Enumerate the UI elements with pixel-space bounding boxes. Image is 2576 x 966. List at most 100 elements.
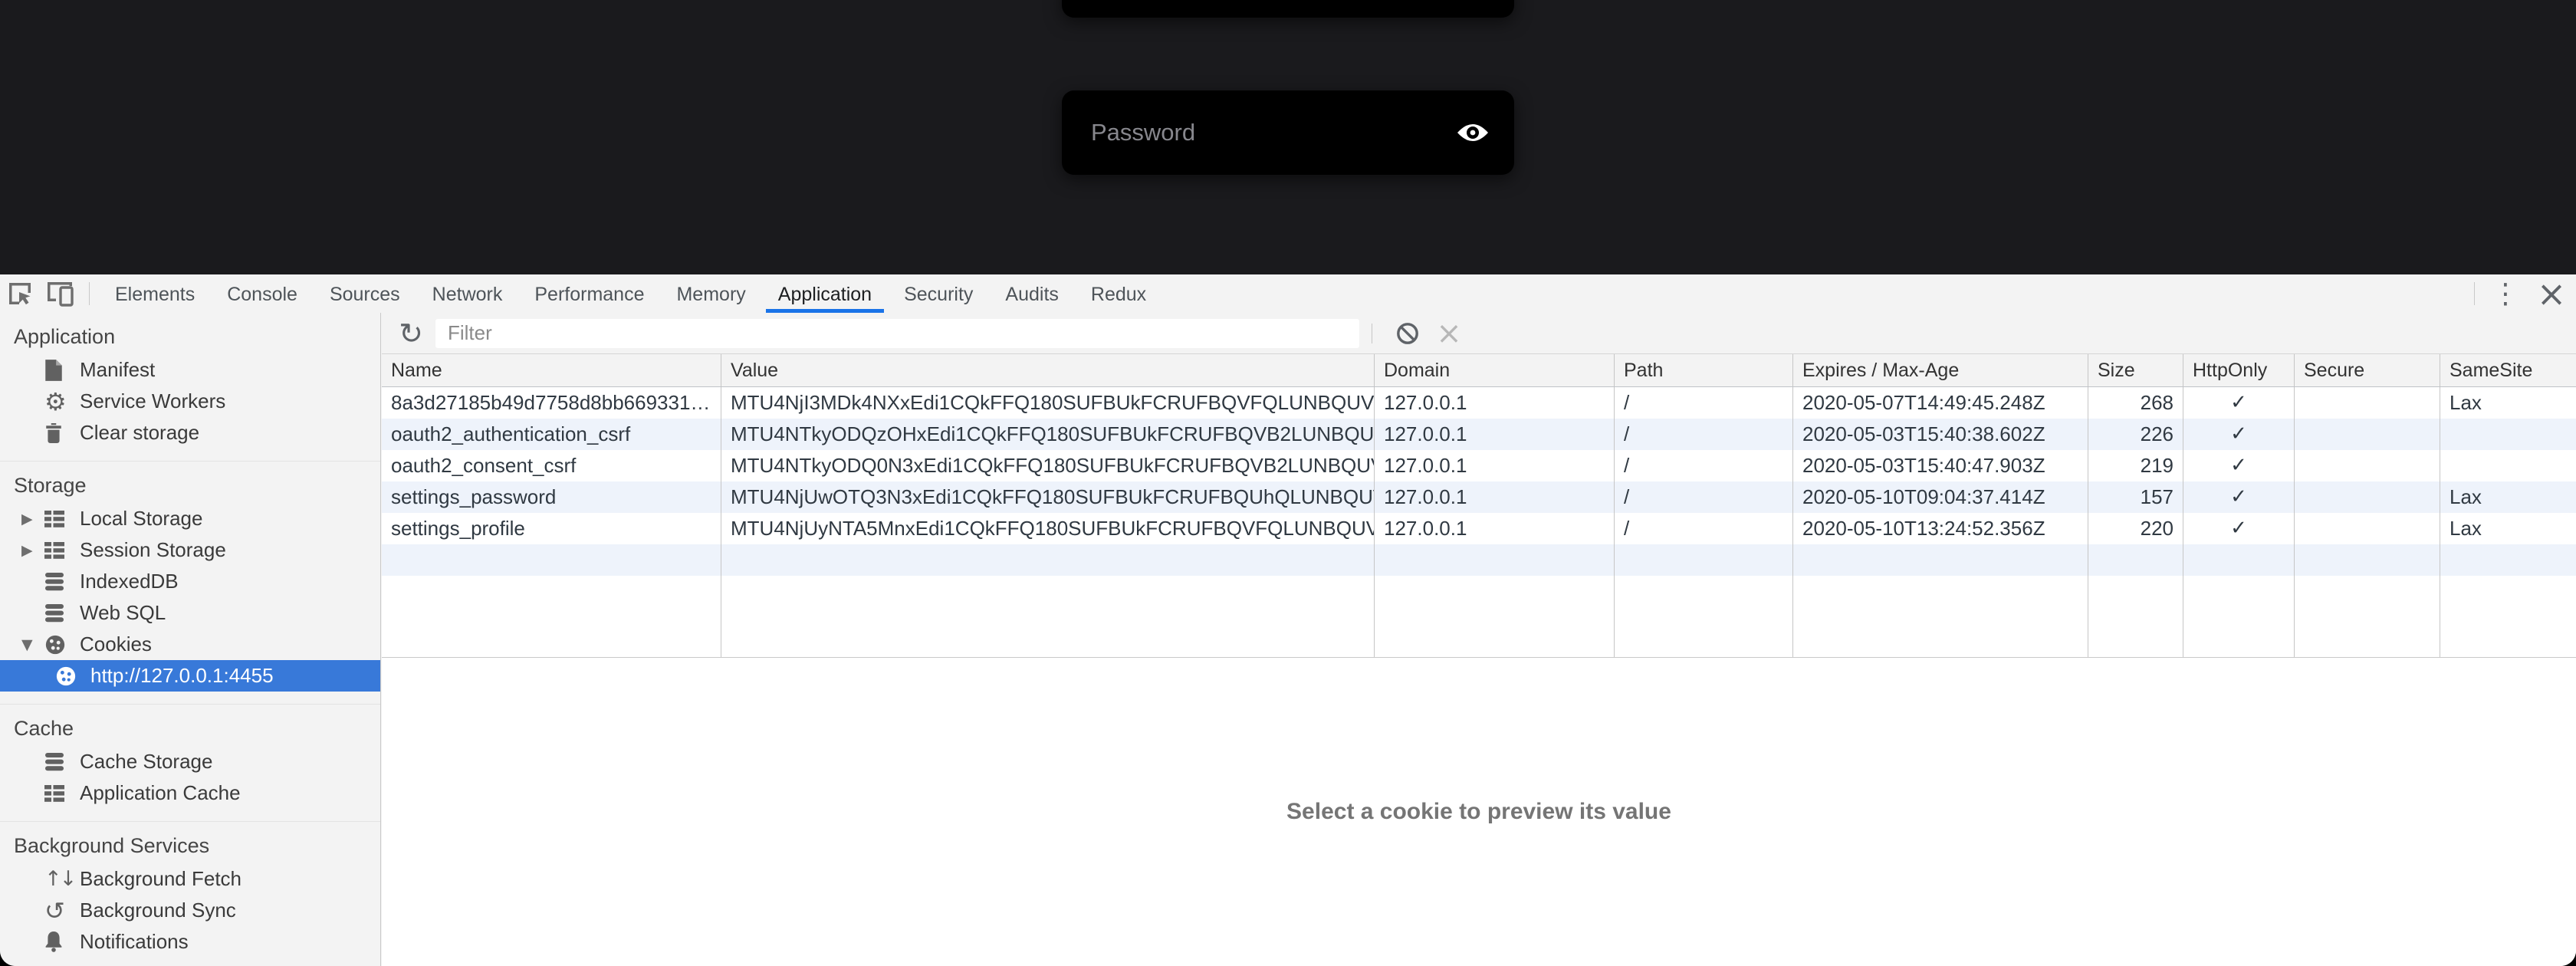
- chevron-right-icon[interactable]: ▶: [21, 511, 44, 527]
- column-header-secure[interactable]: Secure: [2295, 354, 2440, 386]
- column-header-domain[interactable]: Domain: [1375, 354, 1615, 386]
- cookie-secure-cell: [2295, 450, 2440, 481]
- file-icon: [44, 360, 75, 381]
- password-input[interactable]: [1091, 119, 1454, 146]
- column-header-httponly[interactable]: HttpOnly: [2183, 354, 2295, 386]
- tab-performance[interactable]: Performance: [518, 274, 660, 313]
- cookie-path-cell: /: [1615, 450, 1793, 481]
- application-sidebar: Application Manifest ⚙ Service Workers: [0, 313, 381, 966]
- sidebar-section-cache: Cache Cache Storage Application Cache: [0, 705, 380, 822]
- devtools-tabbar: Elements Console Sources Network Perform…: [0, 274, 2576, 313]
- sidebar-item-cookies[interactable]: ▼ Cookies: [0, 629, 380, 660]
- tab-network[interactable]: Network: [416, 274, 519, 313]
- cookie-httponly-check: ✓: [2183, 513, 2295, 544]
- cookie-secure-cell: [2295, 513, 2440, 544]
- sidebar-item-background-sync[interactable]: ↺ Background Sync: [0, 895, 380, 926]
- cookie-filter-input[interactable]: [435, 319, 1359, 348]
- cookie-samesite-cell: Lax: [2440, 481, 2576, 513]
- sidebar-item-cache-storage[interactable]: Cache Storage: [0, 746, 380, 777]
- cookie-expires-cell: 2020-05-03T15:40:47.903Z: [1793, 450, 2088, 481]
- section-title: Background Services: [0, 828, 380, 863]
- cookie-row-oauth2-authentication-csrf[interactable]: oauth2_authentication_csrf MTU4NTkyODQzO…: [382, 419, 2576, 450]
- sidebar-item-service-workers[interactable]: ⚙ Service Workers: [0, 386, 380, 417]
- cookie-size-cell: 226: [2088, 419, 2183, 450]
- table-icon: [44, 511, 75, 527]
- tab-audits[interactable]: Audits: [989, 274, 1074, 313]
- tabbar-divider: [89, 282, 90, 305]
- cookie-secure-cell: [2295, 481, 2440, 513]
- column-header-value[interactable]: Value: [721, 354, 1375, 386]
- more-options-kebab-icon[interactable]: ⋮: [2484, 278, 2527, 310]
- show-password-eye-icon[interactable]: [1454, 119, 1491, 146]
- cookie-value-cell: MTU4NTkyODQ0N3xEdi1CQkFFQ180SUFBUkFCRUFB…: [721, 450, 1375, 481]
- cookie-samesite-cell: [2440, 450, 2576, 481]
- cookie-table-empty-area: [382, 576, 2576, 657]
- sidebar-item-web-sql[interactable]: Web SQL: [0, 597, 380, 629]
- cookie-size-cell: 157: [2088, 481, 2183, 513]
- cookie-row-settings-password[interactable]: settings_password MTU4NjUwOTQ3N3xEdi1CQk…: [382, 481, 2576, 513]
- tab-redux[interactable]: Redux: [1075, 274, 1162, 313]
- refresh-icon[interactable]: ↻: [386, 317, 435, 350]
- cookie-samesite-cell: Lax: [2440, 387, 2576, 419]
- sidebar-item-application-cache[interactable]: Application Cache: [0, 777, 380, 809]
- cookie-httponly-check: ✓: [2183, 450, 2295, 481]
- column-header-expires[interactable]: Expires / Max-Age: [1793, 354, 2088, 386]
- column-header-name[interactable]: Name: [382, 354, 721, 386]
- login-page-background: [0, 0, 2576, 274]
- cookie-size-cell: 219: [2088, 450, 2183, 481]
- sidebar-item-session-storage[interactable]: ▶ Session Storage: [0, 534, 380, 566]
- cookie-expires-cell: 2020-05-07T14:49:45.248Z: [1793, 387, 2088, 419]
- inspect-element-icon[interactable]: [0, 274, 40, 313]
- sidebar-item-background-fetch[interactable]: ↑↓ Background Fetch: [0, 863, 380, 895]
- tab-security[interactable]: Security: [888, 274, 989, 313]
- cookie-domain-cell: 127.0.0.1: [1375, 450, 1615, 481]
- cookie-domain-cell: 127.0.0.1: [1375, 481, 1615, 513]
- username-field-partial[interactable]: [1062, 0, 1514, 18]
- cookie-expires-cell: 2020-05-10T09:04:37.414Z: [1793, 481, 2088, 513]
- sidebar-item-notifications[interactable]: Notifications: [0, 926, 380, 958]
- tab-console[interactable]: Console: [211, 274, 314, 313]
- cookie-table-body: 8a3d27185b49d7758d8bb669331… MTU4NjI3MDk…: [382, 387, 2576, 657]
- column-header-size[interactable]: Size: [2088, 354, 2183, 386]
- tabbar-right-controls: ⋮ ×: [2465, 273, 2576, 314]
- trash-icon: [44, 423, 75, 443]
- preview-empty-message: Select a cookie to preview its value: [1286, 799, 1671, 825]
- column-header-path[interactable]: Path: [1615, 354, 1793, 386]
- sidebar-item-clear-storage[interactable]: Clear storage: [0, 417, 380, 449]
- cookie-row-settings-profile[interactable]: settings_profile MTU4NjUyNTA5MnxEdi1CQkF…: [382, 513, 2576, 544]
- cookie-row-oauth2-consent-csrf[interactable]: oauth2_consent_csrf MTU4NTkyODQ0N3xEdi1C…: [382, 450, 2576, 481]
- close-devtools-icon[interactable]: ×: [2527, 273, 2576, 314]
- tab-application[interactable]: Application: [762, 274, 888, 313]
- tab-sources[interactable]: Sources: [314, 274, 416, 313]
- clear-all-cookies-icon[interactable]: [1388, 321, 1428, 346]
- sync-arrow-icon: ↺: [44, 896, 75, 925]
- sidebar-item-cookies-host-127-0-0-1-4455[interactable]: http://127.0.0.1:4455: [0, 660, 380, 692]
- chevron-down-icon[interactable]: ▼: [21, 636, 44, 653]
- sidebar-item-local-storage[interactable]: ▶ Local Storage: [0, 503, 380, 534]
- cookie-samesite-cell: [2440, 419, 2576, 450]
- database-icon: [44, 573, 75, 591]
- cookie-value-cell: MTU4NjUyNTA5MnxEdi1CQkFFQ180SUFBUkFCRUFB…: [721, 513, 1375, 544]
- cookie-path-cell: /: [1615, 419, 1793, 450]
- cookie-samesite-cell: Lax: [2440, 513, 2576, 544]
- cookie-value-cell: MTU4NjUwOTQ3N3xEdi1CQkFFQ180SUFBUkFCRUFB…: [721, 481, 1375, 513]
- chevron-right-icon[interactable]: ▶: [21, 542, 44, 559]
- device-toolbar-icon[interactable]: [40, 274, 80, 313]
- cookie-httponly-check: ✓: [2183, 387, 2295, 419]
- delete-selected-cookie-icon[interactable]: ×: [1428, 316, 1470, 351]
- sidebar-section-background-services: Background Services ↑↓ Background Fetch …: [0, 822, 380, 966]
- cookie-domain-cell: 127.0.0.1: [1375, 419, 1615, 450]
- cookie-httponly-check: ✓: [2183, 481, 2295, 513]
- cookie-name-cell: settings_password: [382, 481, 721, 513]
- cookie-expires-cell: 2020-05-03T15:40:38.602Z: [1793, 419, 2088, 450]
- cookie-row-session-id[interactable]: 8a3d27185b49d7758d8bb669331… MTU4NjI3MDk…: [382, 387, 2576, 419]
- cookie-size-cell: 220: [2088, 513, 2183, 544]
- sidebar-item-manifest[interactable]: Manifest: [0, 354, 380, 386]
- tab-memory[interactable]: Memory: [660, 274, 761, 313]
- column-header-samesite[interactable]: SameSite: [2440, 354, 2576, 386]
- sidebar-section-storage: Storage ▶ Local Storage ▶ Session Storag…: [0, 462, 380, 705]
- tab-elements[interactable]: Elements: [99, 274, 211, 313]
- cookie-name-cell: settings_profile: [382, 513, 721, 544]
- sidebar-section-application: Application Manifest ⚙ Service Workers: [0, 313, 380, 462]
- sidebar-item-indexeddb[interactable]: IndexedDB: [0, 566, 380, 597]
